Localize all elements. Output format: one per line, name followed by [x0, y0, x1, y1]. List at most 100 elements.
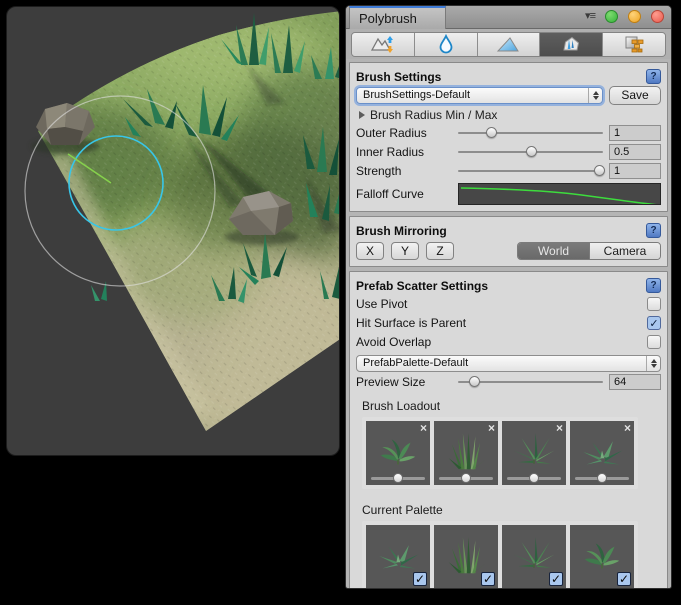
preview-size-label: Preview Size — [356, 375, 458, 389]
slider-thumb[interactable] — [594, 165, 605, 176]
scene-viewport[interactable] — [6, 6, 340, 456]
preview-size-row: Preview Size 64 — [356, 373, 661, 391]
outer-radius-label: Outer Radius — [356, 126, 458, 140]
slider-thumb[interactable] — [486, 127, 497, 138]
tab-polybrush[interactable]: Polybrush — [349, 6, 446, 29]
help-icon[interactable]: ? — [646, 223, 661, 238]
prefab-weight-slider[interactable] — [371, 477, 425, 480]
palette-tile[interactable] — [570, 525, 634, 589]
mirror-x-button[interactable]: X — [356, 242, 384, 260]
tool-texture[interactable] — [603, 33, 665, 56]
tool-paint[interactable] — [478, 33, 541, 56]
use-pivot-checkbox[interactable] — [647, 297, 661, 311]
window-minimize-button[interactable] — [628, 10, 641, 23]
help-icon[interactable]: ? — [646, 69, 661, 84]
pane-menu-icon[interactable]: ▾≡ — [585, 10, 595, 23]
remove-prefab-icon[interactable]: × — [488, 421, 495, 435]
sculpt-icon — [370, 34, 396, 54]
tool-scatter[interactable] — [540, 33, 603, 56]
loadout-tile[interactable]: × — [366, 421, 430, 485]
palette-tile[interactable] — [434, 525, 498, 589]
prefab-weight-slider[interactable] — [575, 477, 629, 480]
polybrush-window: Polybrush ▾≡ — [345, 5, 672, 589]
mode-toolbar — [346, 29, 671, 59]
help-icon[interactable]: ? — [646, 278, 661, 293]
brush-preset-value: BrushSettings-Default — [363, 89, 470, 101]
brush-settings-section: Brush Settings ? BrushSettings-Default S… — [349, 62, 668, 212]
outer-radius-slider[interactable] — [458, 126, 603, 140]
space-world-button[interactable]: World — [518, 243, 589, 259]
palette-enabled-checkbox[interactable] — [617, 572, 631, 586]
preview-size-value[interactable]: 64 — [609, 374, 661, 390]
scene-render — [7, 7, 340, 456]
prefab-palette-dropdown[interactable]: PrefabPalette-Default — [356, 355, 661, 372]
inner-radius-slider[interactable] — [458, 145, 603, 159]
strength-value[interactable]: 1 — [609, 163, 661, 179]
tool-smooth[interactable] — [415, 33, 478, 56]
slider-track — [458, 170, 603, 172]
hit-surface-checkbox[interactable] — [647, 316, 661, 330]
outer-radius-value[interactable]: 1 — [609, 125, 661, 141]
falloff-curve-field[interactable] — [458, 183, 661, 205]
brush-loadout-label: Brush Loadout — [362, 399, 661, 413]
slider-thumb[interactable] — [393, 473, 403, 483]
current-palette-label: Current Palette — [362, 503, 661, 517]
palette-enabled-checkbox[interactable] — [413, 572, 427, 586]
tab-bar: Polybrush ▾≡ — [346, 6, 671, 29]
avoid-overlap-checkbox[interactable] — [647, 335, 661, 349]
screenshot-root: Polybrush ▾≡ — [0, 0, 681, 605]
loadout-tile[interactable]: × — [570, 421, 634, 485]
prefab-scatter-title: Prefab Scatter Settings — [356, 279, 488, 293]
tool-sculpt[interactable] — [352, 33, 415, 56]
scatter-icon — [559, 34, 583, 54]
space-camera-button[interactable]: Camera — [589, 243, 660, 259]
remove-prefab-icon[interactable]: × — [624, 421, 631, 435]
brush-radius-foldout[interactable]: Brush Radius Min / Max — [356, 106, 661, 123]
slider-thumb[interactable] — [461, 473, 471, 483]
strength-slider[interactable] — [458, 164, 603, 178]
foldout-label: Brush Radius Min / Max — [370, 108, 497, 122]
prefab-weight-slider[interactable] — [507, 477, 561, 480]
prefab-weight-slider[interactable] — [439, 477, 493, 480]
save-button[interactable]: Save — [609, 86, 661, 105]
mirror-y-label: Y — [401, 244, 409, 258]
window-zoom-button[interactable] — [605, 10, 618, 23]
inner-radius-value[interactable]: 0.5 — [609, 144, 661, 160]
palette-enabled-checkbox[interactable] — [481, 572, 495, 586]
prefab-thumbnail — [574, 427, 630, 477]
terrain-mesh — [7, 7, 340, 456]
mirror-y-button[interactable]: Y — [391, 242, 419, 260]
space-world-label: World — [538, 244, 569, 258]
palette-tile[interactable] — [366, 525, 430, 589]
slider-thumb[interactable] — [469, 376, 480, 387]
mirror-x-label: X — [366, 244, 374, 258]
window-close-button[interactable] — [651, 10, 664, 23]
slider-thumb[interactable] — [526, 146, 537, 157]
mirror-z-button[interactable]: Z — [426, 242, 454, 260]
strength-label: Strength — [356, 164, 458, 178]
falloff-curve-graph — [459, 184, 660, 205]
falloff-curve-label: Falloff Curve — [356, 187, 458, 201]
slider-thumb[interactable] — [529, 473, 539, 483]
preview-size-slider[interactable] — [458, 375, 603, 389]
current-palette-grid — [362, 521, 638, 589]
tab-title: Polybrush — [359, 11, 417, 26]
prefab-thumbnail — [370, 427, 426, 477]
loadout-tile[interactable]: × — [502, 421, 566, 485]
remove-prefab-icon[interactable]: × — [556, 421, 563, 435]
save-label: Save — [621, 88, 648, 102]
use-pivot-label: Use Pivot — [356, 297, 407, 311]
paint-icon — [496, 34, 520, 54]
palette-tile[interactable] — [502, 525, 566, 589]
slider-track — [458, 132, 603, 134]
brush-preset-dropdown[interactable]: BrushSettings-Default — [356, 87, 603, 104]
brush-settings-title: Brush Settings — [356, 70, 441, 84]
slider-thumb[interactable] — [597, 473, 607, 483]
remove-prefab-icon[interactable]: × — [420, 421, 427, 435]
loadout-tile[interactable]: × — [434, 421, 498, 485]
prefab-scatter-section: Prefab Scatter Settings ? Use Pivot Hit … — [349, 271, 668, 589]
brush-mirroring-section: Brush Mirroring ? X Y Z World Camera — [349, 216, 668, 267]
palette-enabled-checkbox[interactable] — [549, 572, 563, 586]
inner-radius-row: Inner Radius 0.5 — [356, 143, 661, 161]
strength-row: Strength 1 — [356, 162, 661, 180]
